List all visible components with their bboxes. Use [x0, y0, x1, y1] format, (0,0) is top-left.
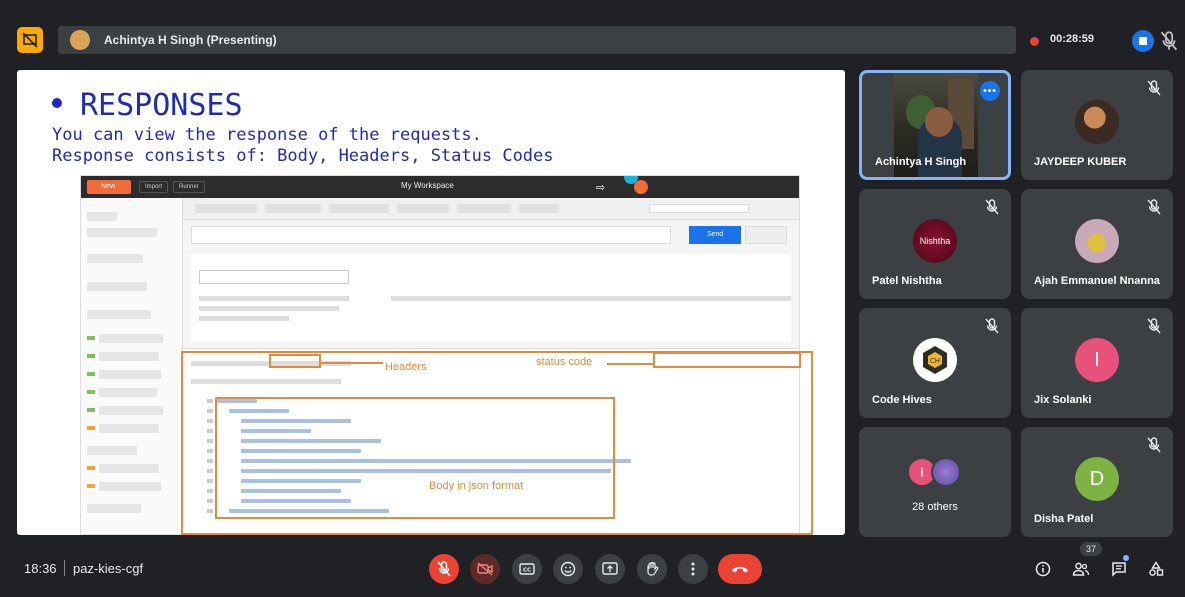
shared-slide: RESPONSES You can view the response of t…: [17, 70, 845, 535]
presenter-banner: Achintya H Singh (Presenting): [58, 26, 1016, 54]
participant-avatar: [1075, 100, 1119, 144]
bottom-bar: 18:36 paz-kies-cgf CC 37: [0, 540, 1185, 597]
participant-tile[interactable]: D Disha Patel: [1021, 427, 1173, 537]
participant-name: Achintya H Singh: [875, 156, 967, 168]
closed-captions-icon: CC: [519, 563, 535, 575]
postman-sidebar: [81, 198, 183, 534]
camera-toggle-button[interactable]: [470, 554, 500, 584]
svg-text:CC: CC: [523, 568, 531, 574]
raise-hand-icon: [647, 561, 659, 576]
presenter-avatar: [70, 30, 90, 50]
present-screen-button[interactable]: [595, 554, 625, 584]
mic-off-icon[interactable]: [1160, 31, 1178, 51]
activities-button[interactable]: [1143, 554, 1169, 584]
stop-icon: [1139, 37, 1147, 45]
clock-time: 18:36: [24, 561, 57, 576]
reactions-button[interactable]: [553, 554, 583, 584]
mic-off-icon: [985, 318, 999, 334]
headers-tab-highlight: [269, 354, 321, 368]
more-vert-icon: [691, 562, 695, 576]
postman-send-button: Send: [689, 226, 741, 244]
participant-name: Ajah Emmanuel Nnanna: [1034, 275, 1160, 287]
postman-toolbar: New Import Runner My Workspace ⇨: [81, 176, 799, 198]
slide-title: RESPONSES: [52, 88, 243, 123]
others-count-label: 28 others: [912, 501, 958, 513]
presentation-icon[interactable]: [17, 27, 43, 53]
code-hives-logo-icon: CH: [913, 338, 957, 382]
participant-initial-avatar: I: [1075, 338, 1119, 382]
mic-off-icon: [1147, 80, 1161, 96]
info-icon: [1035, 561, 1051, 577]
body-annotation-label: Body in json format: [429, 480, 524, 492]
hang-up-icon: [732, 567, 748, 573]
stop-presenting-button[interactable]: [1132, 30, 1154, 52]
participant-avatar: Nishtha: [913, 219, 957, 263]
json-body-highlight: [215, 397, 615, 519]
raise-hand-button[interactable]: [637, 554, 667, 584]
cursor-arrow-icon: ⇨: [596, 182, 606, 194]
participant-tile[interactable]: CH Code Hives: [859, 308, 1011, 418]
emoji-icon: [560, 561, 576, 577]
participant-name: Patel Nishtha: [872, 275, 942, 287]
mic-off-icon: [1147, 437, 1161, 453]
participant-name: JAYDEEP KUBER: [1034, 156, 1127, 168]
status-code-pointer-line: [607, 363, 653, 365]
headers-pointer-line: [321, 362, 383, 364]
mic-off-icon: [1147, 199, 1161, 215]
meeting-code: paz-kies-cgf: [73, 561, 144, 576]
participant-name: Disha Patel: [1034, 513, 1094, 525]
participant-tile[interactable]: Nishtha Patel Nishtha: [859, 189, 1011, 299]
people-icon: [1072, 562, 1090, 576]
meeting-details-button[interactable]: [1030, 554, 1056, 584]
participant-tile[interactable]: Ajah Emmanuel Nnanna: [1021, 189, 1173, 299]
leave-call-button[interactable]: [718, 554, 762, 584]
presenter-label: Achintya H Singh (Presenting): [104, 33, 277, 47]
mic-off-icon: [437, 561, 451, 577]
recording-indicator-icon: [1030, 37, 1039, 46]
more-options-button[interactable]: [678, 554, 708, 584]
participant-name: Jix Solanki: [1034, 394, 1092, 406]
participant-tile-self[interactable]: ••• Achintya H Singh: [859, 70, 1011, 180]
bullet-icon: [52, 97, 62, 108]
activities-icon: [1149, 561, 1164, 576]
participant-avatar: [1075, 219, 1119, 263]
more-options-icon[interactable]: •••: [980, 81, 1000, 101]
status-code-annotation-label: status code: [536, 356, 593, 368]
new-message-indicator-icon: [1123, 555, 1129, 561]
captions-button[interactable]: CC: [512, 554, 542, 584]
svg-text:CH: CH: [930, 357, 940, 365]
postman-runner-button: Runner: [173, 181, 205, 193]
participant-avatar: [931, 457, 961, 487]
others-tile[interactable]: I 28 others: [859, 427, 1011, 537]
postman-sync-icon: [634, 180, 648, 194]
slide-text-line-1: You can view the response of the request…: [52, 125, 482, 145]
postman-auth-panel: [191, 254, 791, 342]
chat-icon: [1112, 562, 1126, 577]
participant-tile[interactable]: I Jix Solanki: [1021, 308, 1173, 418]
postman-url-field: [191, 226, 671, 244]
present-screen-icon: [602, 562, 618, 575]
postman-request-tabs: [183, 198, 799, 220]
slide-text-line-2: Response consists of: Body, Headers, Sta…: [52, 146, 554, 166]
postman-new-button: New: [87, 180, 131, 194]
postman-workspace-label: My Workspace: [401, 181, 454, 190]
postman-save-button: [745, 226, 787, 244]
participant-initial-avatar: D: [1075, 457, 1119, 501]
headers-annotation-label: Headers: [385, 361, 427, 373]
status-code-highlight: [653, 352, 801, 368]
postman-import-button: Import: [139, 181, 169, 193]
top-bar: Achintya H Singh (Presenting) 00:28:59: [0, 0, 1185, 62]
participant-tile[interactable]: JAYDEEP KUBER: [1021, 70, 1173, 180]
participant-name: Code Hives: [872, 394, 932, 406]
people-button[interactable]: [1068, 554, 1094, 584]
mic-off-icon: [985, 199, 999, 215]
recording-timer: 00:28:59: [1050, 33, 1095, 45]
mic-off-icon: [1147, 318, 1161, 334]
camera-off-icon: [477, 562, 493, 576]
mic-toggle-button[interactable]: [429, 554, 459, 584]
